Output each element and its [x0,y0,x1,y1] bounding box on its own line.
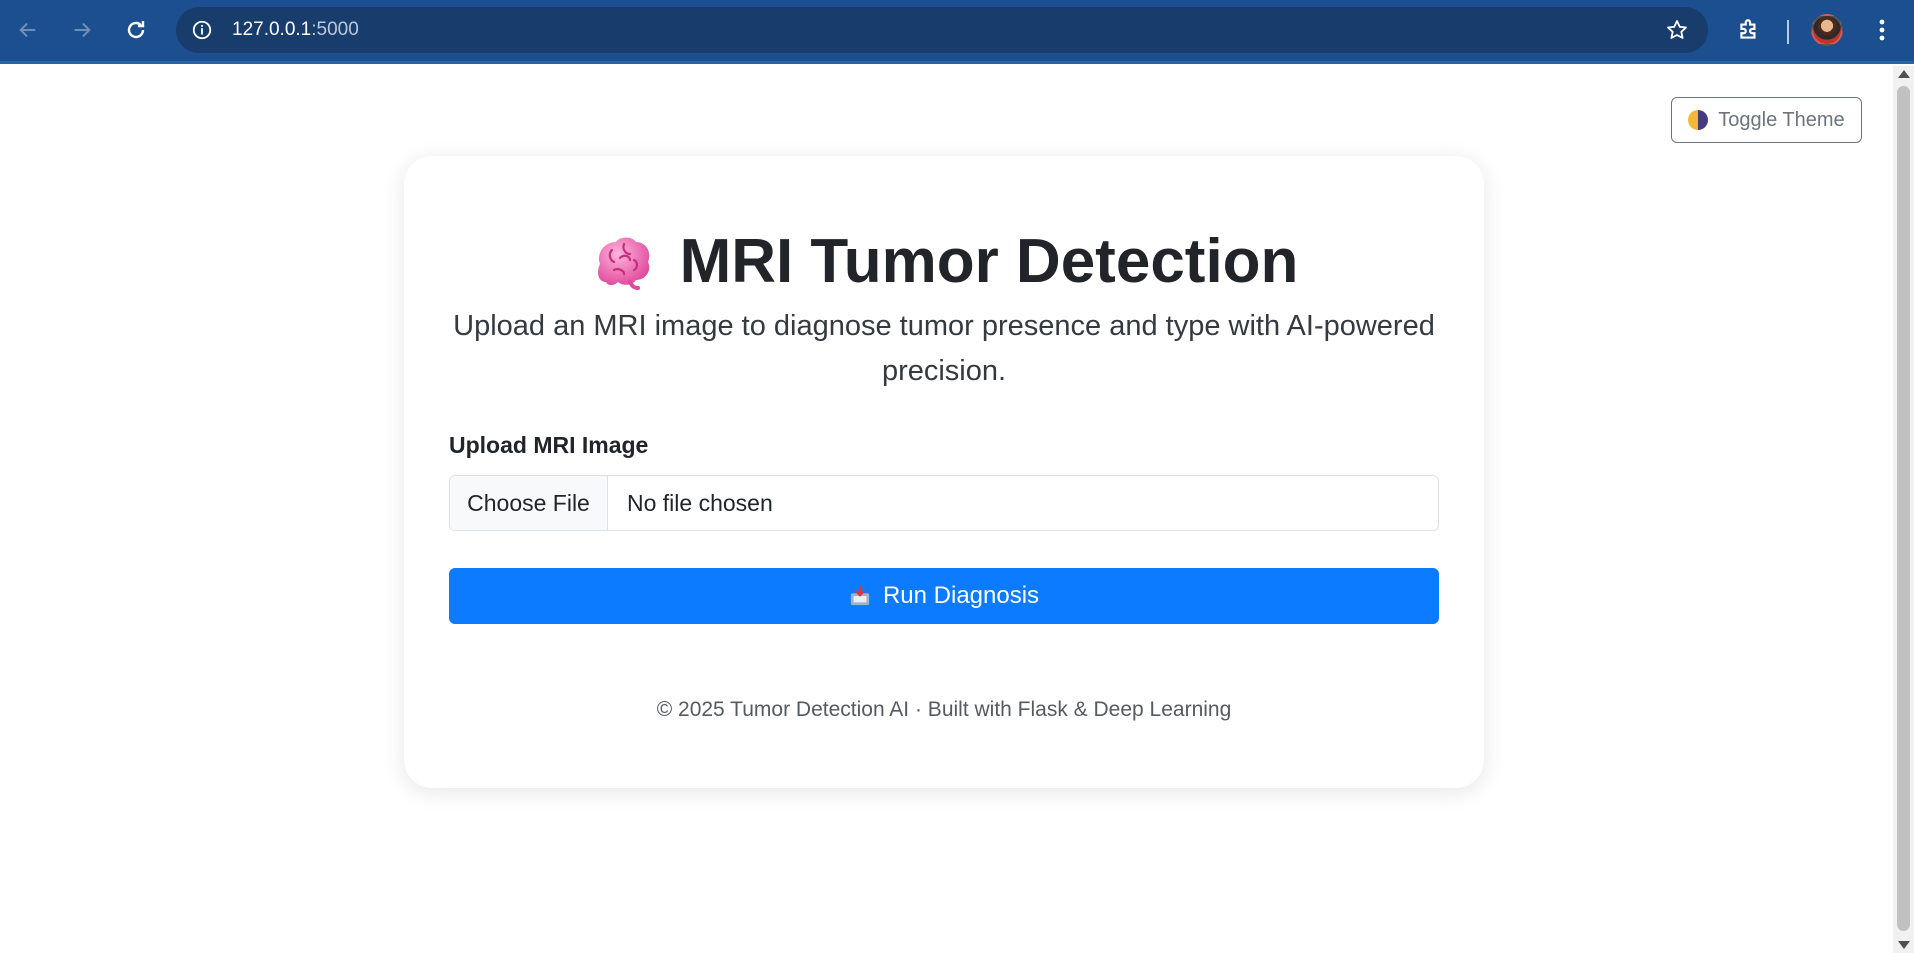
page-subtitle: Upload an MRI image to diagnose tumor pr… [453,310,1435,387]
title-row: MRI Tumor Detection [404,226,1484,297]
file-status-text: No file chosen [627,489,773,516]
half-moon-icon [1688,110,1709,130]
toggle-theme-button[interactable]: Toggle Theme [1671,97,1862,143]
run-diagnosis-label: Run Diagnosis [882,582,1040,609]
mri-file-input[interactable]: Choose File No file chosen [449,475,1439,531]
bookmark-star-icon[interactable] [1664,17,1690,43]
kebab-menu-icon[interactable] [1868,14,1896,46]
brain-icon [590,230,654,294]
page-title: MRI Tumor Detection [679,227,1299,296]
footer-text: © 2025 Tumor Detection AI · Built with F… [656,698,1232,721]
run-diagnosis-button[interactable]: Run Diagnosis [449,568,1439,624]
reload-icon[interactable] [118,12,154,48]
scroll-up-arrow-icon[interactable] [1898,70,1910,78]
browser-toolbar: 127.0.0.1:5000 [0,0,1914,64]
scroll-thumb[interactable] [1897,86,1910,931]
upload-label: Upload MRI Image [449,432,649,458]
back-arrow-icon[interactable] [10,12,46,48]
toggle-theme-label: Toggle Theme [1718,108,1845,131]
diagnosis-card: MRI Tumor Detection Upload an MRI image … [404,156,1484,788]
forward-arrow-icon[interactable] [64,12,100,48]
url-port: :5000 [311,19,359,40]
page-scrollbar[interactable] [1893,66,1914,953]
choose-file-button[interactable]: Choose File [450,476,608,530]
profile-avatar[interactable] [1811,14,1843,46]
scroll-down-arrow-icon[interactable] [1898,941,1910,949]
address-url: 127.0.0.1:5000 [232,19,359,41]
url-host: 127.0.0.1 [232,19,312,40]
address-bar[interactable]: 127.0.0.1:5000 [176,7,1708,53]
toolbar-divider [1787,20,1789,44]
extensions-icon[interactable] [1733,14,1765,46]
site-info-icon[interactable] [190,18,214,42]
inbox-tray-icon [849,585,871,607]
